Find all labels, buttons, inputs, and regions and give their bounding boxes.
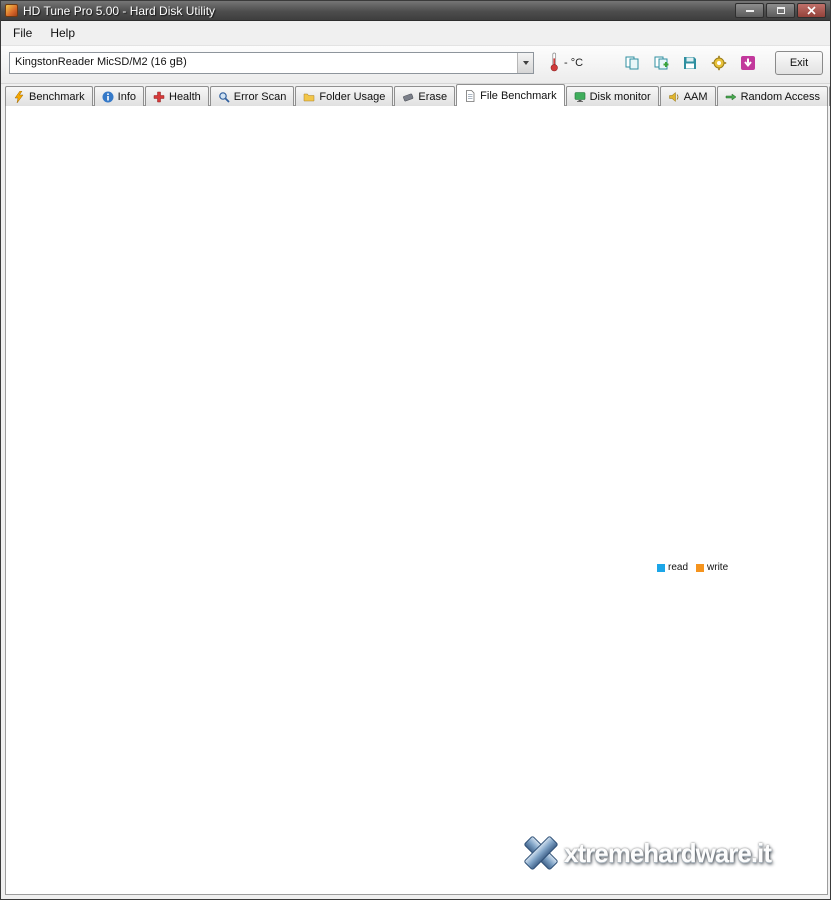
info-icon [102,91,114,103]
menu-bar: FileHelp [1,21,830,46]
thermometer-icon [548,51,560,73]
chart-legend: read write [657,562,728,573]
tab-error-scan[interactable]: Error Scan [210,86,295,106]
tab-label: Error Scan [234,91,287,103]
magnifier-icon [218,91,230,103]
close-button[interactable] [797,3,826,18]
window-title: HD Tune Pro 5.00 - Hard Disk Utility [23,4,730,18]
app-icon [5,4,18,17]
tab-file-benchmark[interactable]: File Benchmark [456,84,564,106]
chevron-down-icon [517,53,533,73]
maximize-icon [777,7,785,14]
title-bar: HD Tune Pro 5.00 - Hard Disk Utility [1,1,830,21]
close-icon [807,6,816,15]
tab-label: Health [169,91,201,103]
random-icon [725,91,737,103]
tab-random-access[interactable]: Random Access [717,86,828,106]
maximize-button[interactable] [766,3,795,18]
tab-aam[interactable]: AAM [660,86,716,106]
eraser-icon [402,91,414,103]
save-button[interactable] [677,51,703,75]
speaker-icon [668,91,680,103]
pages-plus-icon [653,55,669,71]
legend-swatch [696,564,704,572]
gear-icon [711,55,727,71]
copy-pages-button[interactable] [619,51,645,75]
temperature-label: - °C [564,57,583,69]
tab-label: Benchmark [29,91,85,103]
device-selector[interactable]: KingstonReader MicSD/M2 (16 gB) [9,52,534,74]
tab-label: Erase [418,91,447,103]
tab-label: AAM [684,91,708,103]
download-icon [740,55,756,71]
capture-button[interactable] [735,51,761,75]
legend-swatch [657,564,665,572]
exit-button[interactable]: Exit [775,51,823,75]
folder-icon [303,91,315,103]
file-icon [464,90,476,102]
health-cross-icon [153,91,165,103]
xtremehardware-logo-icon [521,834,561,872]
minimize-icon [746,10,754,12]
floppy-icon [682,55,698,71]
legend-item-read: read [657,562,688,573]
tab-label: Folder Usage [319,91,385,103]
pages-icon [624,55,640,71]
legend-label: write [707,562,728,573]
watermark-text: xtremehardware.it [564,838,771,869]
tab-health[interactable]: Health [145,86,209,106]
legend-item-write: write [696,562,728,573]
tab-label: Info [118,91,136,103]
tab-label: Disk monitor [590,91,651,103]
tab-erase[interactable]: Erase [394,86,455,106]
device-selector-value: KingstonReader MicSD/M2 (16 gB) [10,53,517,73]
tab-benchmark[interactable]: Benchmark [5,86,93,106]
hdtune-window: HD Tune Pro 5.00 - Hard Disk Utility Fil… [0,0,831,900]
file-benchmark-page [5,105,828,895]
monitor-icon [574,91,586,103]
options-button[interactable] [706,51,732,75]
menu-help[interactable]: Help [41,22,84,44]
copy-results-button[interactable] [648,51,674,75]
minimize-button[interactable] [735,3,764,18]
xtremehardware-watermark: xtremehardware.it [521,834,771,872]
tab-label: File Benchmark [480,90,556,102]
tab-folder-usage[interactable]: Folder Usage [295,86,393,106]
tab-disk-monitor[interactable]: Disk monitor [566,86,659,106]
tab-strip: Benchmark Info Health Error Scan Folder Usag… [5,84,831,106]
lightning-icon [13,91,25,103]
toolbar-buttons [619,51,761,75]
menu-file[interactable]: File [4,22,41,44]
tab-label: Random Access [741,91,820,103]
legend-label: read [668,562,688,573]
tab-info[interactable]: Info [94,86,144,106]
